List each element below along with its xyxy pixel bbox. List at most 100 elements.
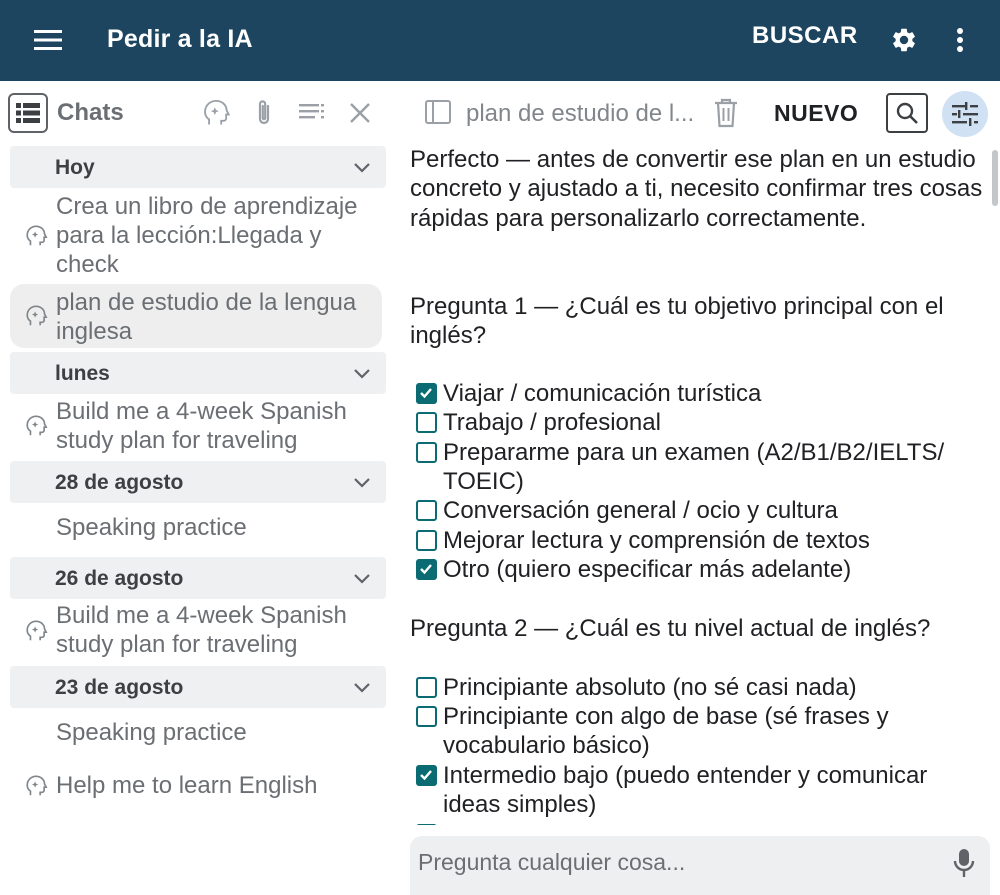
find-in-chat-button[interactable] [886, 93, 928, 133]
close-sidebar-button[interactable] [342, 95, 378, 131]
hamburger-menu-icon [34, 30, 62, 50]
ai-head-icon [26, 305, 48, 326]
chats-sidebar: Chats Hoy Crea un libro de aprendizaje p… [0, 81, 398, 895]
chat-item[interactable]: Speaking practice [10, 511, 382, 551]
trash-icon[interactable] [712, 98, 740, 128]
option-row[interactable]: Mejorar lectura y comprensión de textos [410, 526, 985, 555]
option-row[interactable]: Conversación general / ocio y cultura [410, 496, 985, 525]
checkbox-unchecked[interactable] [416, 706, 437, 727]
chat-item[interactable]: Build me a 4-week Spanish study plan for… [10, 397, 382, 457]
chat-item[interactable]: Build me a 4-week Spanish study plan for… [10, 601, 382, 661]
prompt-input[interactable] [418, 844, 938, 880]
microphone-icon[interactable] [952, 848, 976, 878]
option-label: Intermedio bajo (puedo entender y comuni… [443, 762, 928, 819]
group-label: 23 de agosto [55, 676, 184, 699]
chevron-down-icon [354, 369, 370, 379]
sidebar-title: Chats [57, 99, 124, 126]
checkbox-checked[interactable] [416, 559, 437, 580]
group-header-28-agosto[interactable]: 28 de agosto [10, 461, 386, 503]
more-options-button[interactable] [942, 20, 978, 60]
sidebar-header: Chats [0, 81, 398, 145]
sort-list-icon [299, 104, 324, 119]
menu-button[interactable] [24, 20, 72, 60]
chevron-down-icon [354, 163, 370, 173]
check-icon [420, 388, 432, 399]
option-label: Principiante con algo de base (sé frases… [443, 703, 889, 760]
ai-filter-button[interactable] [198, 95, 234, 131]
intro-paragraph: Perfecto — antes de convertir ese plan e… [410, 146, 983, 232]
tune-sliders-icon [952, 102, 978, 126]
checkbox-unchecked[interactable] [416, 677, 437, 698]
checkbox-checked[interactable] [416, 383, 437, 404]
question-2: Pregunta 2 — ¿Cuál es tu nivel actual de… [410, 615, 931, 642]
option-row[interactable]: Prepararme para un examen (A2/B1/B2/IELT… [410, 438, 985, 497]
checkbox-unchecked[interactable] [416, 412, 437, 433]
chat-title: Help me to learn English [56, 772, 318, 799]
option-label: Otro (quiero especificar más adelante) [443, 556, 852, 583]
checkbox-unchecked[interactable] [416, 500, 437, 521]
chat-title: Speaking practice [56, 514, 247, 541]
tune-settings-button[interactable] [942, 91, 988, 137]
chevron-down-icon [354, 683, 370, 693]
option-row[interactable]: Intermedio bajo (puedo entender y comuni… [410, 761, 985, 820]
option-row[interactable]: Otro (quiero especificar más adelante) [410, 555, 985, 584]
option-label: Prepararme para un examen (A2/B1/B2/IELT… [443, 439, 945, 496]
option-row[interactable]: Trabajo / profesional [410, 408, 985, 437]
scrollbar-thumb[interactable] [992, 150, 998, 206]
settings-button[interactable] [884, 20, 924, 60]
conversation-title: plan de estudio de l... [466, 100, 695, 127]
option-label: Principiante absoluto (no sé casi nada) [443, 674, 857, 701]
paperclip-icon [258, 100, 270, 125]
checkbox-unchecked[interactable] [416, 530, 437, 551]
chat-title: Speaking practice [56, 719, 247, 746]
ai-head-icon [26, 775, 48, 796]
close-icon [350, 103, 370, 123]
group-label: lunes [55, 362, 110, 385]
chat-list-toggle-button[interactable] [8, 93, 48, 133]
option-label: Trabajo / profesional [443, 409, 661, 436]
option-row[interactable]: Principiante absoluto (no sé casi nada) [410, 673, 985, 702]
chat-title: Build me a 4-week Spanish study plan for… [56, 602, 347, 658]
side-panel-icon[interactable] [422, 96, 454, 128]
option-label: Viajar / comunicación turística [443, 380, 762, 407]
group-label: 26 de agosto [55, 567, 184, 590]
sort-button[interactable] [294, 95, 330, 131]
chat-title: Crea un libro de aprendizaje para la lec… [56, 193, 358, 278]
chat-title: plan de estudio de la lengua inglesa [56, 289, 357, 345]
chat-item[interactable]: Speaking practice [10, 716, 382, 756]
ai-head-icon [26, 620, 48, 641]
checkbox-unchecked[interactable] [416, 442, 437, 463]
group-header-26-agosto[interactable]: 26 de agosto [10, 557, 386, 599]
chat-item[interactable]: Help me to learn English [10, 767, 382, 807]
checkbox-checked[interactable] [416, 765, 437, 786]
app-title: Pedir a la IA [107, 25, 253, 53]
new-chat-button[interactable]: NUEVO [774, 100, 858, 127]
group-header-23-agosto[interactable]: 23 de agosto [10, 666, 386, 708]
chat-item-active[interactable]: plan de estudio de la lengua inglesa [10, 284, 382, 348]
option-row[interactable]: Principiante con algo de base (sé frases… [410, 702, 985, 761]
ai-head-icon [204, 99, 230, 125]
chat-title: Build me a 4-week Spanish study plan for… [56, 398, 347, 454]
conversation-header: plan de estudio de l... NUEVO [398, 81, 1000, 147]
search-button[interactable]: BUSCAR [752, 22, 858, 50]
prompt-input-container [410, 836, 990, 895]
option-label: Conversación general / ocio y cultura [443, 497, 838, 524]
list-icon [16, 103, 40, 123]
option-label: Mejorar lectura y comprensión de textos [443, 527, 870, 554]
chat-item[interactable]: Crea un libro de aprendizaje para la lec… [10, 192, 382, 280]
checkbox-checked[interactable] [416, 824, 437, 825]
group-label: Hoy [55, 156, 95, 179]
group-header-hoy[interactable]: Hoy [10, 146, 386, 188]
assistant-message: Perfecto — antes de convertir ese plan e… [410, 145, 990, 825]
attachments-button[interactable] [246, 95, 282, 131]
group-label: 28 de agosto [55, 471, 184, 494]
check-icon [420, 564, 432, 575]
check-icon [420, 770, 432, 781]
chevron-down-icon [354, 478, 370, 488]
search-icon [896, 102, 918, 124]
group-header-lunes[interactable]: lunes [10, 352, 386, 394]
gear-icon [893, 28, 915, 52]
question-1: Pregunta 1 — ¿Cuál es tu objetivo princi… [410, 293, 944, 350]
option-row[interactable]: Viajar / comunicación turística [410, 379, 985, 408]
chevron-down-icon [354, 574, 370, 584]
